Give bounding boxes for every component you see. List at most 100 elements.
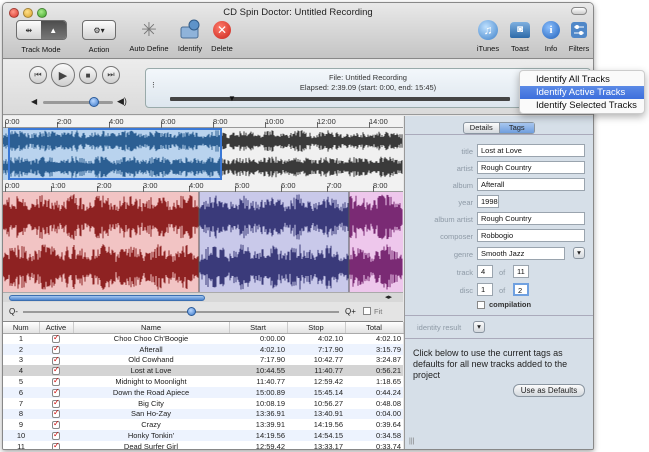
filters-button[interactable]: Filters bbox=[565, 17, 593, 53]
stop-button[interactable]: ■ bbox=[79, 66, 97, 84]
tab-details[interactable]: Details bbox=[464, 123, 500, 133]
overview-waveform[interactable] bbox=[3, 128, 403, 180]
table-row[interactable]: 8 San Ho-Zay13:36.9113:40.910:04.00 bbox=[3, 408, 403, 420]
itunes-button[interactable]: ♫ iTunes bbox=[473, 17, 503, 53]
cursor-mode-icon[interactable]: ▲ bbox=[41, 21, 66, 39]
play-button[interactable]: ▶ bbox=[51, 63, 75, 87]
fit-checkbox[interactable] bbox=[363, 307, 371, 315]
menu-item-identify-active[interactable]: Identify Active Tracks bbox=[520, 86, 644, 99]
active-checkbox[interactable] bbox=[39, 343, 73, 355]
resize-handle-icon[interactable]: ||| bbox=[409, 438, 414, 445]
track-mode-control[interactable]: ⇹ ▲ Track Mode bbox=[11, 17, 71, 54]
col-header-name[interactable]: Name bbox=[73, 322, 230, 334]
track-total: 3:15.79 bbox=[345, 343, 403, 355]
playhead-marker[interactable]: ▼ bbox=[228, 94, 236, 103]
menu-item-identify-all[interactable]: Identify All Tracks bbox=[520, 73, 644, 86]
track-total-field[interactable]: 11 bbox=[513, 265, 529, 278]
action-label: Action bbox=[88, 45, 110, 54]
track-start: 13:36.91 bbox=[229, 408, 287, 420]
table-row[interactable]: 4 Lost at Love10:44.5511:40.770:56.21 bbox=[3, 365, 403, 377]
active-checkbox[interactable] bbox=[39, 398, 73, 409]
horizontal-scrollbar[interactable]: ◂▸ bbox=[3, 292, 403, 302]
compilation-checkbox[interactable] bbox=[477, 301, 485, 309]
col-header-total[interactable]: Total bbox=[345, 322, 404, 334]
next-track-button[interactable]: ⏭ bbox=[102, 66, 120, 84]
zoom-knob[interactable] bbox=[187, 307, 196, 316]
tab-tags[interactable]: Tags bbox=[499, 123, 534, 133]
zoom-slider[interactable] bbox=[23, 311, 339, 313]
checkmark-icon[interactable] bbox=[52, 387, 60, 397]
checkmark-icon[interactable] bbox=[52, 398, 60, 408]
title-field[interactable]: Lost at Love bbox=[477, 144, 585, 157]
delete-button[interactable]: ✕ Delete bbox=[207, 17, 237, 53]
split-mode-icon[interactable]: ⇹ bbox=[17, 21, 42, 39]
use-as-defaults-button[interactable]: Use as Defaults bbox=[513, 384, 585, 397]
toolbar-toggle-button[interactable] bbox=[571, 7, 587, 15]
genre-dropdown-button[interactable]: ▾ bbox=[573, 247, 585, 259]
info-icon: i bbox=[542, 21, 560, 39]
scroll-arrows-icon[interactable]: ◂▸ bbox=[385, 293, 392, 301]
table-row[interactable]: 11 Dead Surfer Girl 12:59.42 13:33.17 0:33.7… bbox=[3, 441, 403, 449]
table-row[interactable]: 6 Down the Road Apiece15:00.8915:45.140:4… bbox=[3, 386, 403, 398]
action-button[interactable]: ⚙▾ Action bbox=[79, 17, 119, 54]
col-header-num[interactable]: Num bbox=[3, 322, 40, 334]
col-header-active[interactable]: Active bbox=[39, 322, 74, 334]
track-stop: 10:56.27 bbox=[313, 398, 343, 408]
previous-track-button[interactable]: ⏮ bbox=[29, 66, 47, 84]
zoom-in-icon[interactable]: Q+ bbox=[345, 307, 356, 316]
detail-waveform[interactable] bbox=[3, 192, 403, 292]
identify-button[interactable]: Identify bbox=[173, 17, 207, 53]
checkmark-icon[interactable] bbox=[52, 376, 60, 387]
active-checkbox[interactable] bbox=[39, 419, 73, 430]
album-artist-field[interactable]: Rough Country bbox=[477, 212, 585, 225]
artist-field[interactable]: Rough Country bbox=[477, 161, 585, 174]
table-row[interactable]: 10 Honky Tonkin'14:19.5614:54.150:34.58 bbox=[3, 430, 403, 441]
identity-result-dropdown[interactable]: ▾ bbox=[473, 321, 485, 333]
checkmark-icon[interactable] bbox=[52, 344, 60, 354]
active-checkbox[interactable] bbox=[39, 441, 73, 449]
checkmark-icon[interactable] bbox=[52, 430, 60, 441]
disc-total-field[interactable]: 2 bbox=[513, 283, 529, 296]
active-checkbox[interactable] bbox=[39, 408, 73, 420]
genre-field[interactable]: Smooth Jazz bbox=[477, 247, 565, 260]
active-checkbox[interactable] bbox=[39, 430, 73, 441]
menu-item-identify-selected[interactable]: Identify Selected Tracks bbox=[520, 99, 644, 112]
disc-of-label: of bbox=[499, 286, 506, 295]
position-scrubber[interactable] bbox=[170, 97, 510, 101]
table-row[interactable]: 3 Old Cowhand 7:17.90 10:42.77 3:24.87 bbox=[3, 355, 403, 366]
active-checkbox[interactable] bbox=[39, 333, 73, 344]
checkmark-icon[interactable] bbox=[52, 419, 60, 430]
checkmark-icon[interactable] bbox=[52, 333, 60, 344]
volume-slider[interactable] bbox=[43, 101, 113, 104]
table-row[interactable]: 7 Big City 10:08.19 10:56.27 0:48.08 bbox=[3, 398, 403, 409]
active-checkbox[interactable] bbox=[39, 386, 73, 398]
display-mode-icon[interactable]: ⁝ bbox=[152, 80, 155, 91]
active-checkbox[interactable] bbox=[39, 355, 73, 366]
disc-number-field[interactable]: 1 bbox=[477, 283, 493, 296]
active-checkbox[interactable] bbox=[39, 376, 73, 387]
col-header-stop[interactable]: Stop bbox=[287, 322, 346, 334]
checkmark-icon[interactable] bbox=[52, 365, 60, 376]
table-row[interactable]: 5 Midnight to Moonlight 11:40.77 12:59.42 1:… bbox=[3, 376, 403, 387]
table-row[interactable]: 2 Afterall4:02.107:17.903:15.79 bbox=[3, 343, 403, 355]
active-checkbox[interactable] bbox=[39, 365, 73, 377]
composer-field[interactable]: Robbogio bbox=[477, 229, 585, 242]
checkmark-icon[interactable] bbox=[52, 409, 60, 419]
scroll-thumb[interactable] bbox=[9, 295, 205, 301]
album-field[interactable]: Afterall bbox=[477, 178, 585, 191]
col-header-start[interactable]: Start bbox=[229, 322, 288, 334]
overview-ruler-label: 8:00 bbox=[213, 117, 228, 126]
checkmark-icon[interactable] bbox=[52, 441, 60, 449]
track-number-field[interactable]: 4 bbox=[477, 265, 493, 278]
track-num: 4 bbox=[3, 365, 39, 377]
zoom-out-icon[interactable]: Q- bbox=[9, 307, 18, 316]
track-start: 0:00.00 bbox=[259, 334, 285, 344]
checkmark-icon[interactable] bbox=[52, 355, 60, 365]
volume-knob[interactable] bbox=[89, 97, 99, 107]
table-row[interactable]: 9 Crazy 13:39.91 14:19.56 0:39.64 bbox=[3, 419, 403, 430]
toast-button[interactable]: ◙ Toast bbox=[505, 17, 535, 53]
table-row[interactable]: 1 Choo Choo Ch'Boogie 0:00.00 4:02.10 4:02.1… bbox=[3, 333, 403, 344]
info-button[interactable]: i Info bbox=[538, 17, 564, 53]
auto-define-button[interactable]: ✳ Auto Define bbox=[127, 17, 171, 54]
year-field[interactable]: 1998 bbox=[477, 195, 499, 208]
